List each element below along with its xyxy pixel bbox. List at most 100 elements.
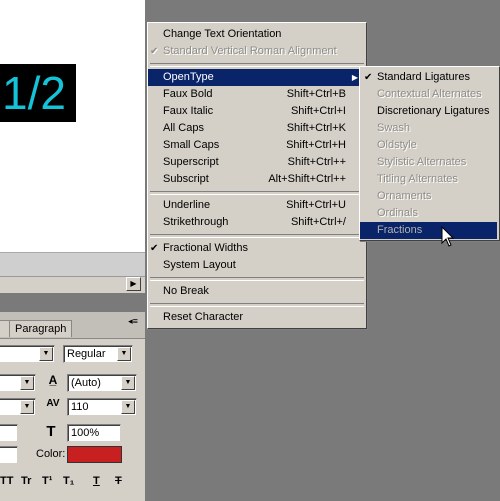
submenu-item-label: Stylistic Alternates [377, 156, 467, 168]
submenu-item-label: Ordinals [377, 207, 418, 219]
submenu-item-oldstyle: Oldstyle [360, 137, 497, 154]
panel-menu-icon[interactable]: ◂≡ [124, 316, 142, 326]
chevron-down-icon[interactable]: ▼ [20, 400, 34, 414]
color-label: Color: [36, 448, 66, 460]
superscript-button[interactable]: T¹ [42, 475, 52, 487]
menu-item-label: Fractional Widths [163, 242, 248, 254]
menu-item-label: Change Text Orientation [163, 28, 282, 40]
mouse-pointer-icon [441, 226, 455, 247]
menu-item-label: All Caps [163, 122, 204, 134]
menu-item-label: OpenType [163, 71, 214, 83]
submenu-item-stylistic-alternates: Stylistic Alternates [360, 154, 497, 171]
submenu-item-label: Fractions [377, 224, 423, 236]
submenu-item-label: Standard Ligatures [377, 71, 470, 83]
tracking-icon: AV [46, 398, 60, 409]
submenu-item-standard-ligatures[interactable]: ✔ Standard Ligatures [360, 69, 497, 86]
checkmark-icon: ✔ [150, 46, 159, 57]
opentype-submenu: ✔ Standard Ligatures Contextual Alternat… [359, 66, 500, 241]
menu-item-label: Standard Vertical Roman Alignment [163, 45, 337, 57]
tab-paragraph[interactable]: Paragraph [9, 320, 73, 337]
menu-item-label: Subscript [163, 173, 209, 185]
menu-item-label: Faux Italic [163, 105, 214, 117]
vertical-scale-value: 100% [71, 427, 100, 439]
tab-paragraph-label: Paragraph [15, 323, 67, 335]
strikethrough-button[interactable]: T [115, 475, 122, 487]
menu-item-label: Reset Character [163, 311, 244, 323]
fraction-text-sample[interactable]: 1/2 [0, 64, 76, 122]
submenu-item-titling-alternates: Titling Alternates [360, 171, 497, 188]
submenu-item-swash: Swash [360, 120, 497, 137]
submenu-item-contextual-alternates: Contextual Alternates [360, 86, 497, 103]
chevron-down-icon[interactable]: ▼ [117, 347, 131, 361]
leading-value: (Auto) [71, 377, 101, 389]
horizontal-scale-input[interactable] [0, 424, 18, 442]
submenu-item-ornaments: Ornaments [360, 188, 497, 205]
menu-item-standard-vertical-roman-alignment: ✔ Standard Vertical Roman Alignment [148, 43, 364, 60]
menu-item-faux-italic[interactable]: Faux Italic Shift+Ctrl+I [148, 103, 364, 120]
menu-separator [150, 234, 364, 238]
chevron-down-icon[interactable]: ▼ [121, 400, 135, 414]
horizontal-scrollbar[interactable] [0, 276, 145, 293]
submenu-item-fractions[interactable]: Fractions [360, 222, 497, 239]
menu-item-label: No Break [163, 285, 209, 297]
submenu-item-label: Titling Alternates [377, 173, 458, 185]
character-options-menu: Change Text Orientation ✔ Standard Verti… [147, 22, 367, 329]
submenu-item-label: Discretionary Ligatures [377, 105, 490, 117]
menu-item-underline[interactable]: Underline Shift+Ctrl+U [148, 197, 364, 214]
menu-item-faux-bold[interactable]: Faux Bold Shift+Ctrl+B [148, 86, 364, 103]
menu-item-change-text-orientation[interactable]: Change Text Orientation [148, 26, 364, 43]
menu-item-label: Superscript [163, 156, 219, 168]
menu-item-subscript[interactable]: Subscript Alt+Shift+Ctrl++ [148, 171, 364, 188]
menu-separator [150, 63, 364, 67]
triangle-right-icon: ▶ [351, 73, 358, 82]
chevron-down-icon[interactable]: ▼ [20, 376, 34, 390]
text-color-swatch[interactable] [67, 446, 122, 463]
menu-item-small-caps[interactable]: Small Caps Shift+Ctrl+H [148, 137, 364, 154]
menu-item-reset-character[interactable]: Reset Character [148, 309, 364, 326]
menu-item-shortcut: Shift+Ctrl++ [287, 156, 346, 168]
vertical-scale-input[interactable]: 100% [67, 424, 121, 442]
all-caps-button[interactable]: TT [0, 475, 13, 487]
baseline-shift-input[interactable] [0, 446, 18, 464]
submenu-item-ordinals: Ordinals [360, 205, 497, 222]
menu-item-shortcut: Shift+Ctrl+B [286, 88, 346, 100]
menu-item-shortcut: Shift+Ctrl+H [286, 139, 346, 151]
submenu-item-label: Oldstyle [377, 139, 417, 151]
small-caps-button[interactable]: Tr [21, 475, 31, 487]
menu-separator [150, 303, 364, 307]
menu-separator [150, 191, 364, 195]
submenu-item-label: Swash [377, 122, 411, 134]
menu-item-no-break[interactable]: No Break [148, 283, 364, 300]
submenu-item-discretionary-ligatures[interactable]: Discretionary Ligatures [360, 103, 497, 120]
menu-item-shortcut: Shift+Ctrl+I [290, 105, 346, 117]
menu-item-strikethrough[interactable]: Strikethrough Shift+Ctrl+/ [148, 214, 364, 231]
tracking-value: 110 [71, 401, 89, 413]
menu-item-label: Small Caps [163, 139, 220, 151]
menu-item-opentype[interactable]: OpenType ▶ [148, 69, 364, 86]
scroll-right-arrow-icon[interactable]: ▶ [126, 277, 141, 291]
menu-item-label: System Layout [163, 259, 236, 271]
chevron-down-icon[interactable]: ▼ [39, 347, 53, 361]
document-canvas[interactable] [0, 0, 145, 252]
menu-item-superscript[interactable]: Superscript Shift+Ctrl++ [148, 154, 364, 171]
subscript-button[interactable]: T₁ [63, 475, 74, 487]
leading-icon: A̲ [48, 373, 58, 387]
menu-item-label: Faux Bold [163, 88, 213, 100]
menu-separator [150, 277, 364, 281]
menu-item-system-layout[interactable]: System Layout [148, 257, 364, 274]
chevron-down-icon[interactable]: ▼ [121, 376, 135, 390]
menu-item-shortcut: Shift+Ctrl+K [286, 122, 346, 134]
document-status-bar [0, 252, 145, 277]
vertical-scale-icon: T [46, 423, 56, 440]
menu-item-shortcut: Shift+Ctrl+/ [290, 216, 346, 228]
menu-item-shortcut: Shift+Ctrl+U [286, 199, 346, 211]
checkmark-icon: ✔ [150, 243, 159, 254]
checkmark-icon: ✔ [364, 72, 373, 83]
underline-button[interactable]: T [93, 475, 100, 487]
menu-item-label: Underline [163, 199, 211, 211]
font-style-value: Regular [67, 348, 106, 360]
submenu-item-label: Contextual Alternates [377, 88, 482, 100]
menu-item-all-caps[interactable]: All Caps Shift+Ctrl+K [148, 120, 364, 137]
menu-item-fractional-widths[interactable]: ✔ Fractional Widths [148, 240, 364, 257]
menu-item-shortcut: Alt+Shift+Ctrl++ [268, 173, 346, 185]
